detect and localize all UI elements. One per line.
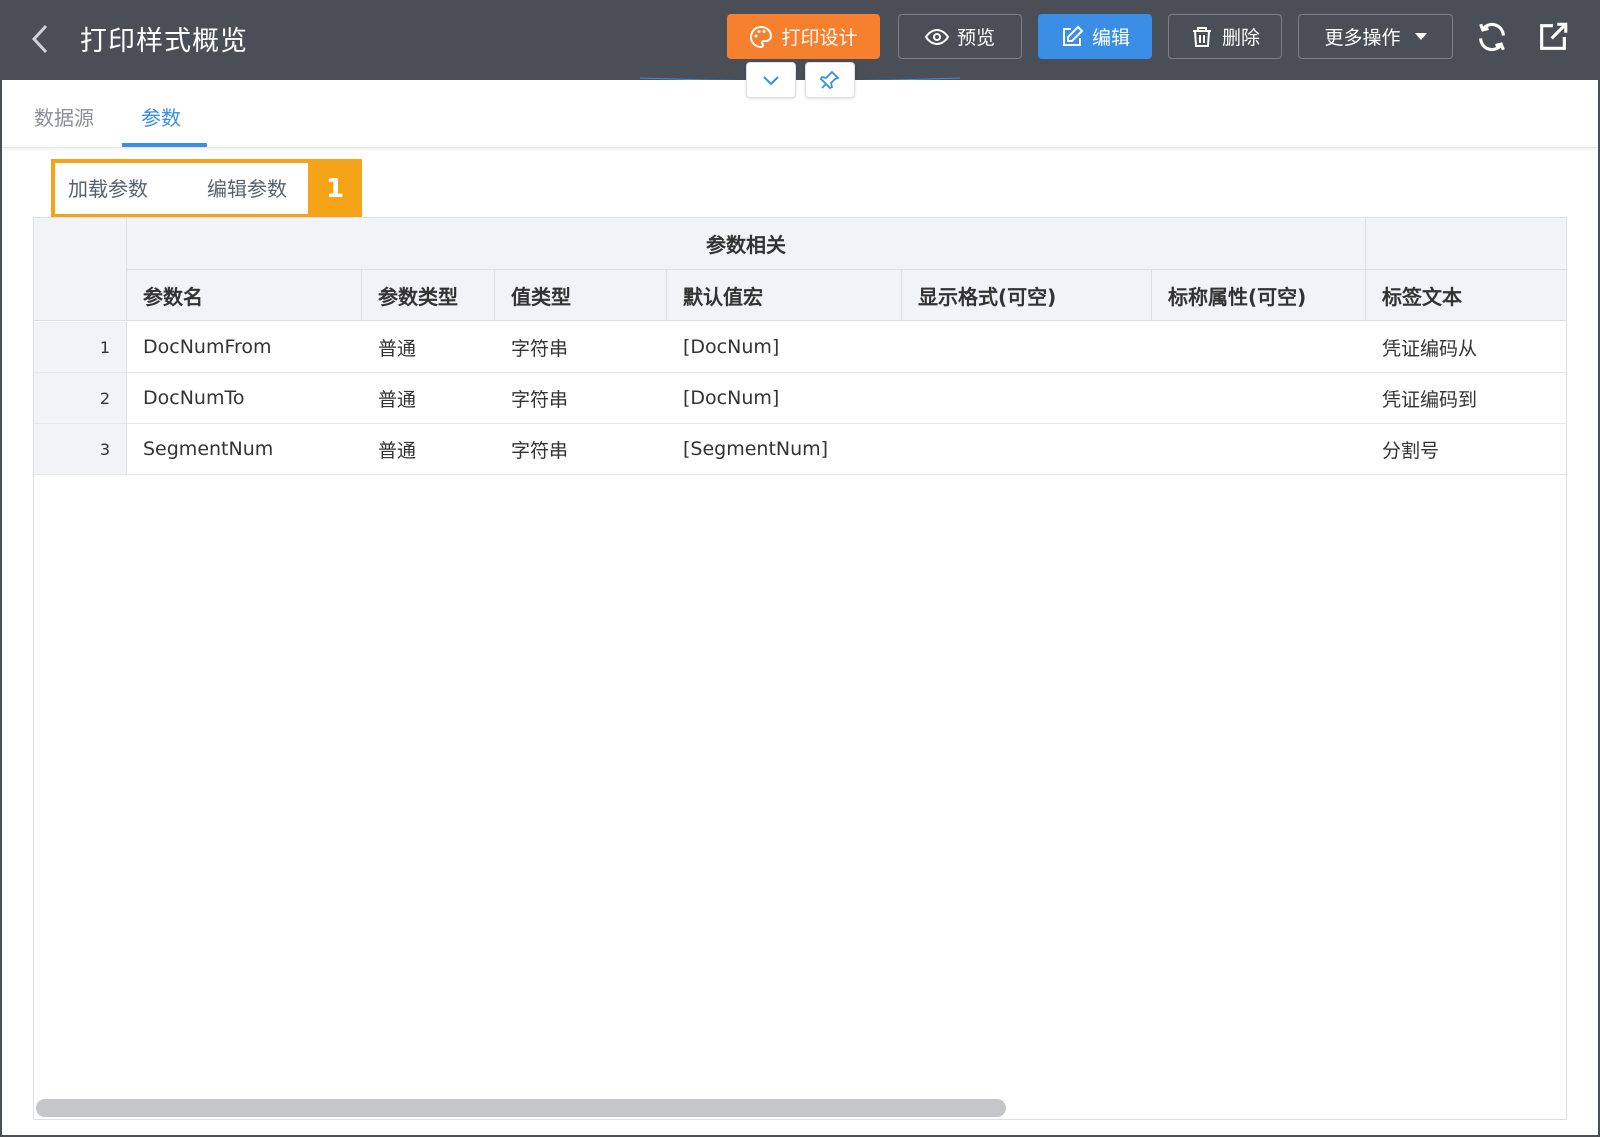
col-header-display-format[interactable]: 显示格式(可空) (902, 270, 1152, 321)
table-row[interactable]: 3 SegmentNum 普通 字符串 [SegmentNum] 分割号 (34, 424, 1566, 475)
group-header-blank (1366, 218, 1566, 270)
row-number: 1 (34, 322, 127, 372)
back-chevron-icon[interactable] (28, 22, 58, 58)
delete-button[interactable]: 删除 (1168, 14, 1282, 59)
cell-param-type[interactable]: 普通 (362, 322, 495, 372)
edit-button[interactable]: 编辑 (1038, 14, 1152, 59)
tab-datasource[interactable]: 数据源 (34, 102, 94, 131)
collapse-toggle[interactable] (746, 62, 796, 98)
edit-pencil-icon (1062, 25, 1084, 46)
callout-badge: 1 (308, 159, 362, 218)
col-header-default-macro[interactable]: 默认值宏 (667, 270, 902, 321)
cell-value-type[interactable]: 字符串 (495, 322, 667, 372)
table-row[interactable]: 1 DocNumFrom 普通 字符串 [DocNum] 凭证编码从 (34, 322, 1566, 373)
horizontal-scrollbar[interactable] (36, 1099, 1006, 1117)
cell-param-name[interactable]: SegmentNum (127, 424, 362, 474)
edit-params-button[interactable]: 编辑参数 (207, 173, 287, 202)
edit-label: 编辑 (1091, 27, 1130, 49)
cell-param-name[interactable]: DocNumFrom (127, 322, 362, 372)
refresh-icon[interactable] (1475, 20, 1509, 54)
table-row[interactable]: 2 DocNumTo 普通 字符串 [DocNum] 凭证编码到 (34, 373, 1566, 424)
cell-default-macro[interactable]: [DocNum] (667, 322, 902, 372)
cell-display-format[interactable] (902, 373, 1152, 423)
cell-display-format[interactable] (902, 322, 1152, 372)
tab-bar: 数据源 参数 (2, 80, 1598, 148)
col-header-value-type[interactable]: 值类型 (495, 270, 667, 321)
pin-button[interactable] (805, 62, 855, 98)
col-header-param-name[interactable]: 参数名 (127, 270, 362, 321)
load-params-button[interactable]: 加载参数 (68, 173, 148, 202)
print-design-button[interactable]: 打印设计 (727, 14, 880, 59)
more-actions-label: 更多操作 (1324, 27, 1401, 49)
print-design-label: 打印设计 (781, 27, 858, 49)
params-table: 参数相关 参数名 参数类型 值类型 默认值宏 显示格式(可空) 标称属性(可空)… (33, 217, 1567, 1120)
cell-nominal-attr[interactable] (1152, 322, 1366, 372)
row-number: 2 (34, 373, 127, 423)
cell-param-type[interactable]: 普通 (362, 373, 495, 423)
page-title: 打印样式概览 (80, 26, 248, 57)
cell-nominal-attr[interactable] (1152, 424, 1366, 474)
trash-icon (1192, 26, 1211, 47)
group-header: 参数相关 (127, 218, 1366, 270)
delete-label: 删除 (1221, 27, 1260, 49)
preview-button[interactable]: 预览 (898, 14, 1022, 59)
tab-parameters[interactable]: 参数 (141, 102, 181, 131)
cell-nominal-attr[interactable] (1152, 373, 1366, 423)
cell-value-type[interactable]: 字符串 (495, 373, 667, 423)
cell-default-macro[interactable]: [SegmentNum] (667, 424, 902, 474)
open-external-icon[interactable] (1536, 20, 1570, 54)
row-number-header (34, 218, 127, 321)
cell-param-name[interactable]: DocNumTo (127, 373, 362, 423)
col-header-label-text[interactable]: 标签文本 (1366, 270, 1566, 321)
cell-label-text[interactable]: 分割号 (1366, 424, 1566, 474)
top-bar: 打印样式概览 打印设计 预览 编辑 删除 更多操作 (0, 0, 1600, 80)
col-header-nominal-attr[interactable]: 标称属性(可空) (1152, 270, 1366, 321)
more-actions-dropdown[interactable]: 更多操作 (1298, 14, 1453, 59)
cell-param-type[interactable]: 普通 (362, 424, 495, 474)
row-number: 3 (34, 424, 127, 474)
cell-display-format[interactable] (902, 424, 1152, 474)
cell-label-text[interactable]: 凭证编码到 (1366, 373, 1566, 423)
palette-icon (750, 25, 773, 48)
preview-label: 预览 (956, 27, 995, 49)
cell-label-text[interactable]: 凭证编码从 (1366, 322, 1566, 372)
active-tab-indicator (122, 143, 207, 147)
cell-value-type[interactable]: 字符串 (495, 424, 667, 474)
col-header-param-type[interactable]: 参数类型 (362, 270, 495, 321)
pin-icon (819, 70, 840, 90)
cell-default-macro[interactable]: [DocNum] (667, 373, 902, 423)
caret-down-icon (1414, 33, 1427, 40)
chevron-down-icon (763, 76, 779, 86)
eye-icon (924, 28, 949, 45)
